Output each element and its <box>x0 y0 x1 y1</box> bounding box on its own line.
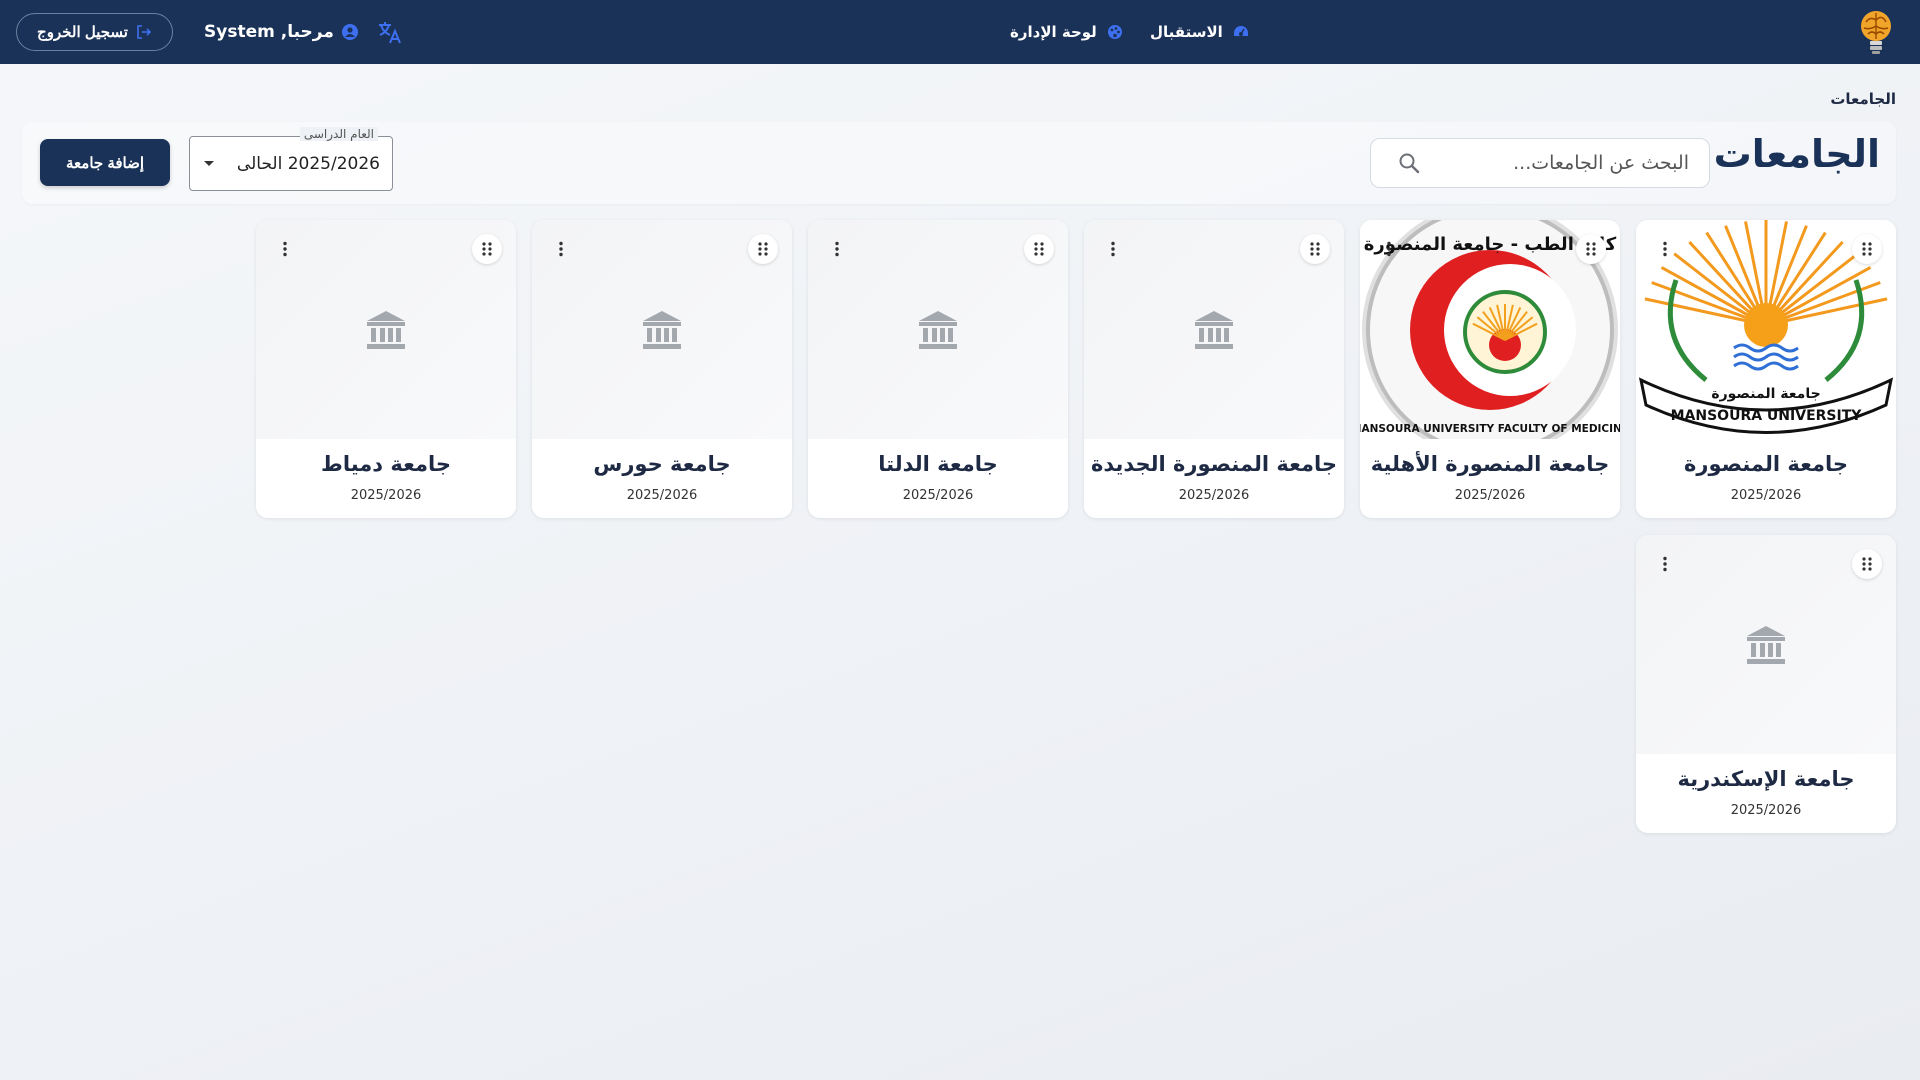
bank-building-icon <box>1192 308 1236 352</box>
nav-admin-label: لوحة الإدارة <box>1010 23 1097 41</box>
logout-button[interactable]: تسجيل الخروج <box>16 13 173 51</box>
bank-building-icon <box>1744 623 1788 667</box>
drag-handle-icon[interactable] <box>1852 234 1882 264</box>
more-vert-icon[interactable] <box>270 234 300 264</box>
university-year: 2025/2026 <box>1730 488 1802 503</box>
translate-icon[interactable] <box>376 18 404 46</box>
university-name: جامعة المنصورة الجديدة <box>1090 452 1338 476</box>
academic-year-legend: العام الدراسى <box>299 127 378 141</box>
more-vert-icon[interactable] <box>822 234 852 264</box>
top-navbar: الاستقبال لوحة الإدارة مرحبا, System تسج… <box>0 0 1920 64</box>
dashboard-gauge-icon <box>1233 24 1249 40</box>
university-card[interactable]: جامعة دمياط 2025/2026 <box>256 220 516 518</box>
breadcrumb: الجامعات <box>1830 90 1896 108</box>
drag-handle-icon[interactable] <box>748 234 778 264</box>
drag-handle-icon[interactable] <box>1852 549 1882 579</box>
drag-handle-icon[interactable] <box>472 234 502 264</box>
university-name: جامعة دمياط <box>321 452 451 476</box>
university-name: جامعة الإسكندرية <box>1677 767 1855 791</box>
nav-home-label: الاستقبال <box>1150 23 1223 41</box>
logo-text-en: MANSOURA UNIVERSITY FACULTY OF MEDICINE <box>1360 423 1620 435</box>
university-name: جامعة المنصورة <box>1683 452 1848 476</box>
more-vert-icon[interactable] <box>1650 549 1680 579</box>
more-vert-icon[interactable] <box>1374 234 1404 264</box>
search-field[interactable] <box>1370 138 1710 188</box>
more-vert-icon[interactable] <box>546 234 576 264</box>
university-year: 2025/2026 <box>350 488 422 503</box>
chevron-down-icon <box>204 161 214 166</box>
logo-text-ar: جامعة المنصورة <box>1711 386 1820 402</box>
logo-text-en: MANSOURA UNIVERSITY <box>1671 408 1863 424</box>
university-year: 2025/2026 <box>1730 803 1802 818</box>
nav-admin-link[interactable]: لوحة الإدارة <box>1010 0 1123 64</box>
university-name: جامعة حورس <box>593 452 731 476</box>
search-icon[interactable] <box>1397 151 1421 175</box>
greeting-label: مرحبا, System <box>204 22 334 42</box>
account-circle-icon <box>341 24 358 40</box>
academic-year-select[interactable]: العام الدراسى 2025/2026 الحالى <box>189 127 393 191</box>
bank-building-icon <box>364 308 408 352</box>
bank-building-icon <box>916 308 960 352</box>
university-name: جامعة المنصورة الأهلية <box>1370 452 1610 476</box>
page-title: الجامعات <box>1713 132 1880 176</box>
university-year: 2025/2026 <box>1178 488 1250 503</box>
logout-icon <box>136 24 152 40</box>
drag-handle-icon[interactable] <box>1024 234 1054 264</box>
user-greeting: مرحبا, System <box>204 0 358 64</box>
university-card[interactable]: جامعة المنصورة الجديدة 2025/2026 <box>1084 220 1344 518</box>
brain-lightbulb-icon[interactable] <box>1854 8 1898 56</box>
university-card[interactable]: جامعة الإسكندرية 2025/2026 <box>1636 535 1896 833</box>
search-input[interactable] <box>1421 152 1689 174</box>
university-year: 2025/2026 <box>902 488 974 503</box>
university-card[interactable]: MANSOURA UNIVERSITY جامعة المنصورة جامعة ا… <box>1636 220 1896 518</box>
nav-home-link[interactable]: الاستقبال <box>1150 0 1249 64</box>
logout-label: تسجيل الخروج <box>37 24 128 41</box>
university-card[interactable]: جامعة حورس 2025/2026 <box>532 220 792 518</box>
university-year: 2025/2026 <box>1454 488 1526 503</box>
bank-building-icon <box>640 308 684 352</box>
admin-palette-icon <box>1107 24 1123 40</box>
add-university-button[interactable]: إضافة جامعة <box>40 139 170 186</box>
university-year: 2025/2026 <box>626 488 698 503</box>
more-vert-icon[interactable] <box>1650 234 1680 264</box>
university-name: جامعة الدلتا <box>878 452 998 476</box>
drag-handle-icon[interactable] <box>1576 234 1606 264</box>
university-card[interactable]: كلية الطب - جامعة المنصورة MANSOURA UNIVE… <box>1360 220 1620 518</box>
academic-year-value: 2025/2026 الحالى <box>236 153 380 174</box>
drag-handle-icon[interactable] <box>1300 234 1330 264</box>
more-vert-icon[interactable] <box>1098 234 1128 264</box>
university-card[interactable]: جامعة الدلتا 2025/2026 <box>808 220 1068 518</box>
